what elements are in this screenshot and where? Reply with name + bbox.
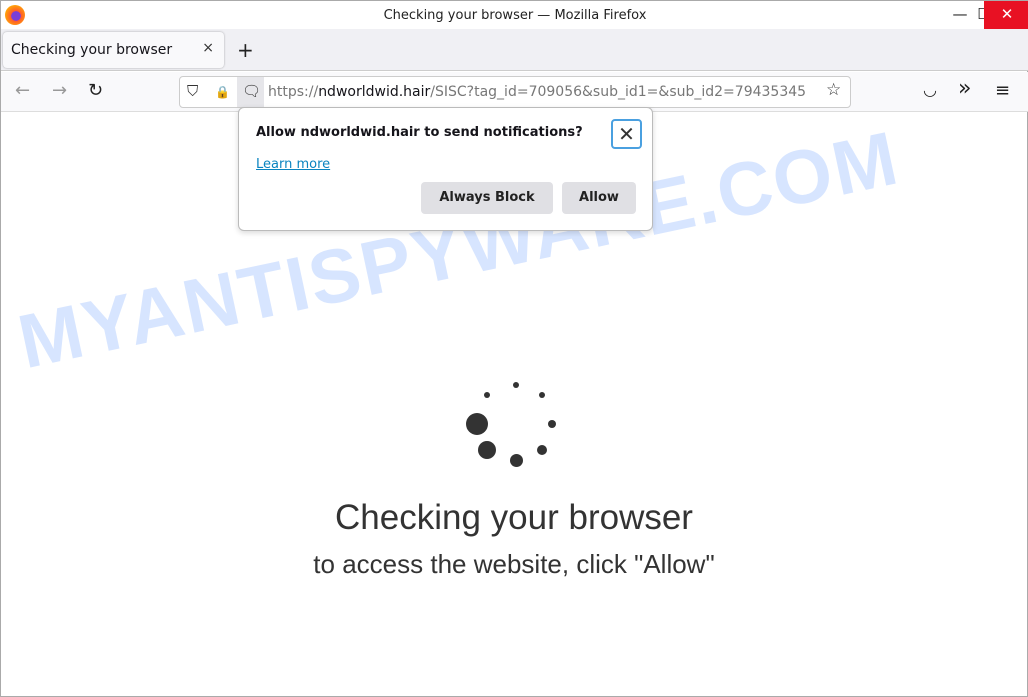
popup-close-button[interactable]: ✕	[611, 119, 642, 149]
notification-permission-popup: Allow ndworldwid.hair to send notificati…	[238, 107, 653, 231]
spinner-dot	[539, 392, 545, 398]
overflow-menu-icon[interactable]: »	[958, 76, 971, 101]
popup-question: Allow ndworldwid.hair to send notificati…	[256, 125, 583, 140]
spinner-dot	[478, 441, 496, 459]
spinner-dot	[548, 420, 556, 428]
window-title: Checking your browser — Mozilla Firefox	[383, 8, 647, 23]
shield-icon[interactable]: ⛉	[187, 82, 198, 100]
new-tab-button[interactable]: +	[237, 38, 254, 62]
lock-icon[interactable]: 🔒	[215, 85, 230, 99]
page-heading: Checking your browser	[335, 498, 693, 537]
url-text[interactable]: https://ndworldwid.hair/SISC?tag_id=7090…	[268, 84, 818, 100]
spinner-dot	[466, 413, 488, 435]
hamburger-menu-icon[interactable]: ≡	[995, 80, 1010, 101]
learn-more-link[interactable]: Learn more	[256, 157, 330, 172]
url-prefix: https://	[268, 84, 319, 100]
url-path: /SISC?tag_id=709056&sub_id1=&sub_id2=794…	[430, 84, 807, 100]
nav-bar: ← → ↻ ⛉ 🔒 🗨 https://ndworldwid.hair/SISC…	[1, 72, 1028, 112]
close-window-button[interactable]: ✕	[984, 1, 1028, 29]
title-bar: Checking your browser — Mozilla Firefox …	[1, 1, 1028, 29]
bookmark-star-icon[interactable]: ☆	[826, 80, 841, 100]
allow-button[interactable]: Allow	[562, 182, 636, 214]
notification-permission-icon[interactable]: 🗨	[237, 77, 264, 107]
url-bar[interactable]: ⛉ 🔒 🗨 https://ndworldwid.hair/SISC?tag_i…	[179, 76, 851, 108]
page-subheading: to access the website, click "Allow"	[313, 549, 715, 579]
url-domain: ndworldwid.hair	[318, 84, 431, 100]
spinner-dot	[510, 454, 523, 467]
always-block-button[interactable]: Always Block	[421, 182, 553, 214]
tab-active[interactable]: Checking your browser ×	[3, 32, 224, 68]
tab-label: Checking your browser	[11, 42, 173, 58]
reload-button[interactable]: ↻	[88, 80, 103, 101]
tab-bar: Checking your browser × +	[1, 29, 1028, 71]
spinner-dot	[537, 445, 547, 455]
spinner-dot	[513, 382, 519, 388]
pocket-icon[interactable]: ◡	[923, 80, 937, 99]
forward-button[interactable]: →	[52, 80, 67, 101]
spinner-dot	[484, 392, 490, 398]
back-button[interactable]: ←	[15, 80, 30, 101]
tab-close-icon[interactable]: ×	[202, 40, 214, 56]
